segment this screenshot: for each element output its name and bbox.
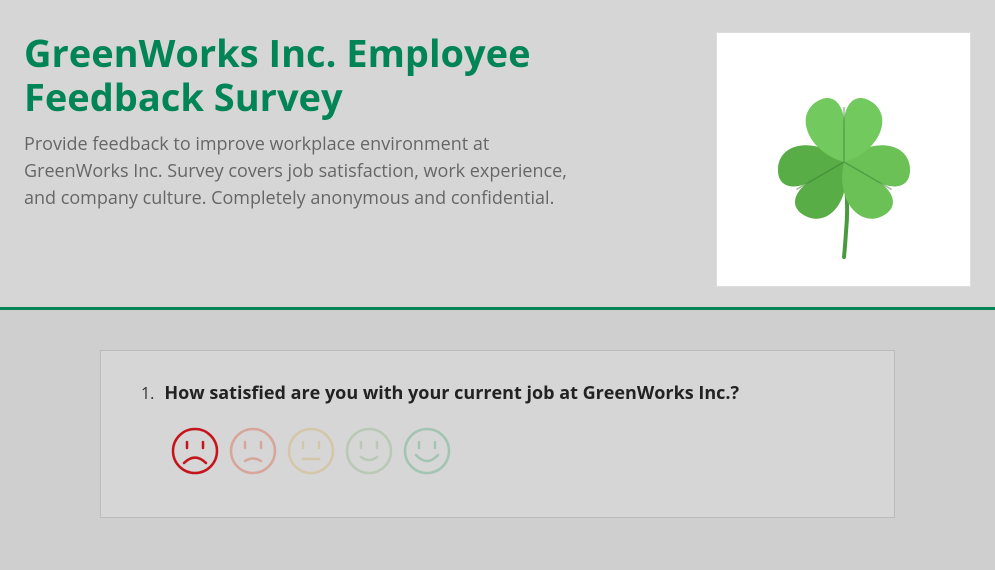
happy-face-icon (403, 427, 451, 480)
survey-description: Provide feedback to improve workplace en… (24, 131, 584, 212)
sad-face-icon (171, 427, 219, 480)
clover-icon (744, 52, 944, 267)
header-text-block: GreenWorks Inc. Employee Feedback Survey… (24, 32, 584, 212)
neutral-face-icon (287, 427, 335, 480)
question-row: 1. How satisfied are you with your curre… (141, 381, 854, 405)
rating-dissatisfied[interactable] (229, 429, 277, 477)
question-section: 1. How satisfied are you with your curre… (0, 310, 995, 558)
slightly-sad-face-icon (229, 427, 277, 480)
survey-title: GreenWorks Inc. Employee Feedback Survey (24, 32, 584, 119)
rating-very-satisfied[interactable] (403, 429, 451, 477)
slightly-happy-face-icon (345, 427, 393, 480)
smiley-rating-row (171, 429, 854, 477)
question-card: 1. How satisfied are you with your curre… (100, 350, 895, 518)
rating-satisfied[interactable] (345, 429, 393, 477)
question-number: 1. (141, 382, 154, 404)
survey-header: GreenWorks Inc. Employee Feedback Survey… (0, 0, 995, 310)
question-text: How satisfied are you with your current … (164, 381, 739, 405)
rating-neutral[interactable] (287, 429, 335, 477)
rating-very-dissatisfied[interactable] (171, 429, 219, 477)
survey-logo (716, 32, 971, 287)
